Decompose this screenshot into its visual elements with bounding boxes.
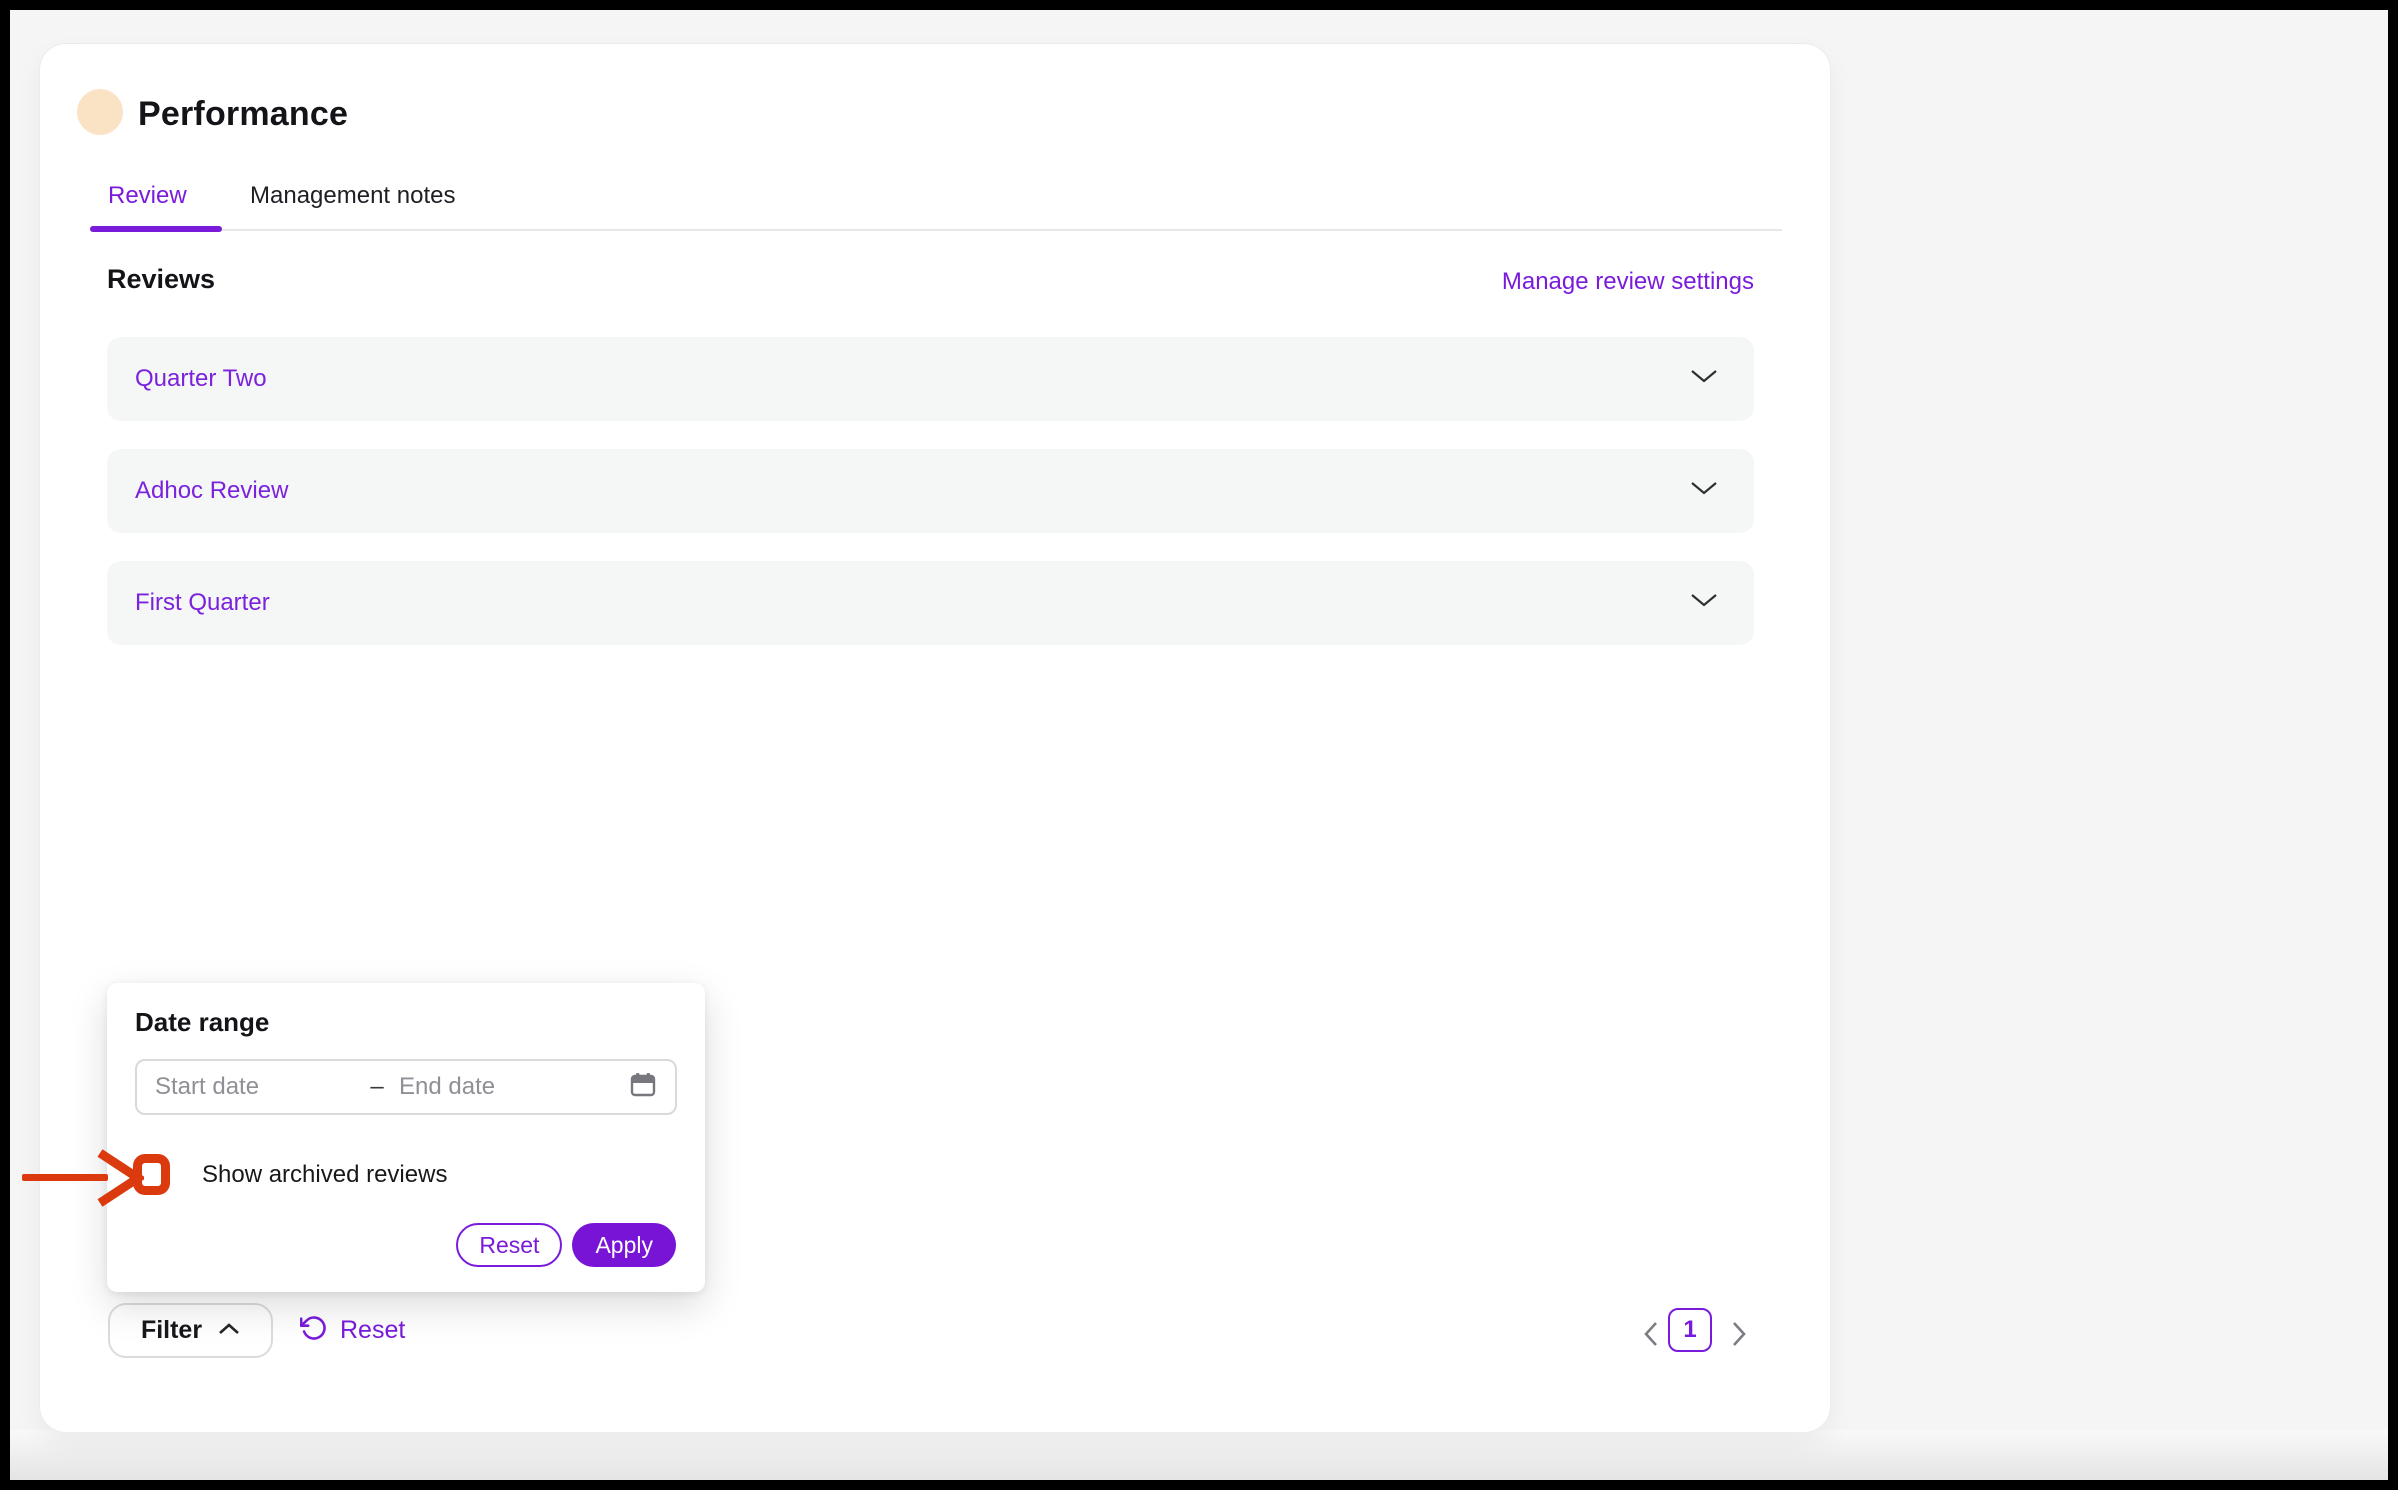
manage-review-settings-link[interactable]: Manage review settings <box>1502 268 1754 296</box>
end-date-input[interactable] <box>399 1073 621 1101</box>
review-row-label: First Quarter <box>135 589 1690 617</box>
review-row-quarter-two[interactable]: Quarter Two <box>107 337 1754 421</box>
calendar-icon[interactable] <box>629 1071 657 1104</box>
pagination-next-icon[interactable] <box>1726 1316 1752 1357</box>
chevron-down-icon <box>1690 369 1718 389</box>
review-row-first-quarter[interactable]: First Quarter <box>107 561 1754 645</box>
popup-buttons: Reset Apply <box>456 1223 676 1267</box>
date-range-field: – <box>135 1059 677 1115</box>
filter-toggle-button[interactable]: Filter <box>108 1303 273 1358</box>
reviews-heading: Reviews <box>107 264 215 295</box>
start-date-input[interactable] <box>155 1073 355 1101</box>
popup-reset-button[interactable]: Reset <box>456 1223 562 1267</box>
review-row-label: Quarter Two <box>135 365 1690 393</box>
apply-button[interactable]: Apply <box>572 1223 676 1267</box>
chevron-down-icon <box>1690 481 1718 501</box>
review-row-adhoc-review[interactable]: Adhoc Review <box>107 449 1754 533</box>
reset-refresh-icon <box>300 1314 328 1347</box>
screenshot-frame: Performance Review Management notes Revi… <box>0 0 2398 1490</box>
tab-management-notes[interactable]: Management notes <box>250 182 455 210</box>
filter-reset-control[interactable]: Reset <box>300 1303 405 1358</box>
tab-review[interactable]: Review <box>108 182 187 210</box>
filter-reset-label: Reset <box>340 1316 405 1345</box>
date-range-heading: Date range <box>135 1007 269 1038</box>
filter-popup: Date range – Show archived reviews <box>107 983 705 1292</box>
show-archived-row: Show archived reviews <box>133 1154 447 1195</box>
active-tab-underline <box>90 226 222 232</box>
chevron-up-icon <box>218 1322 240 1340</box>
review-row-label: Adhoc Review <box>135 477 1690 505</box>
chevron-down-icon <box>1690 593 1718 613</box>
page-title: Performance <box>138 95 348 134</box>
performance-panel: Performance Review Management notes Revi… <box>40 44 1830 1432</box>
filter-button-label: Filter <box>141 1316 202 1345</box>
bottom-gradient-strip <box>10 1430 2388 1480</box>
show-archived-label: Show archived reviews <box>202 1161 447 1189</box>
date-range-separator: – <box>355 1073 399 1101</box>
pagination-page-1[interactable]: 1 <box>1668 1308 1712 1352</box>
tab-divider <box>90 229 1782 231</box>
annotation-arrow-head <box>96 1148 144 1213</box>
avatar <box>77 89 123 135</box>
pagination-prev-icon[interactable] <box>1638 1316 1664 1357</box>
